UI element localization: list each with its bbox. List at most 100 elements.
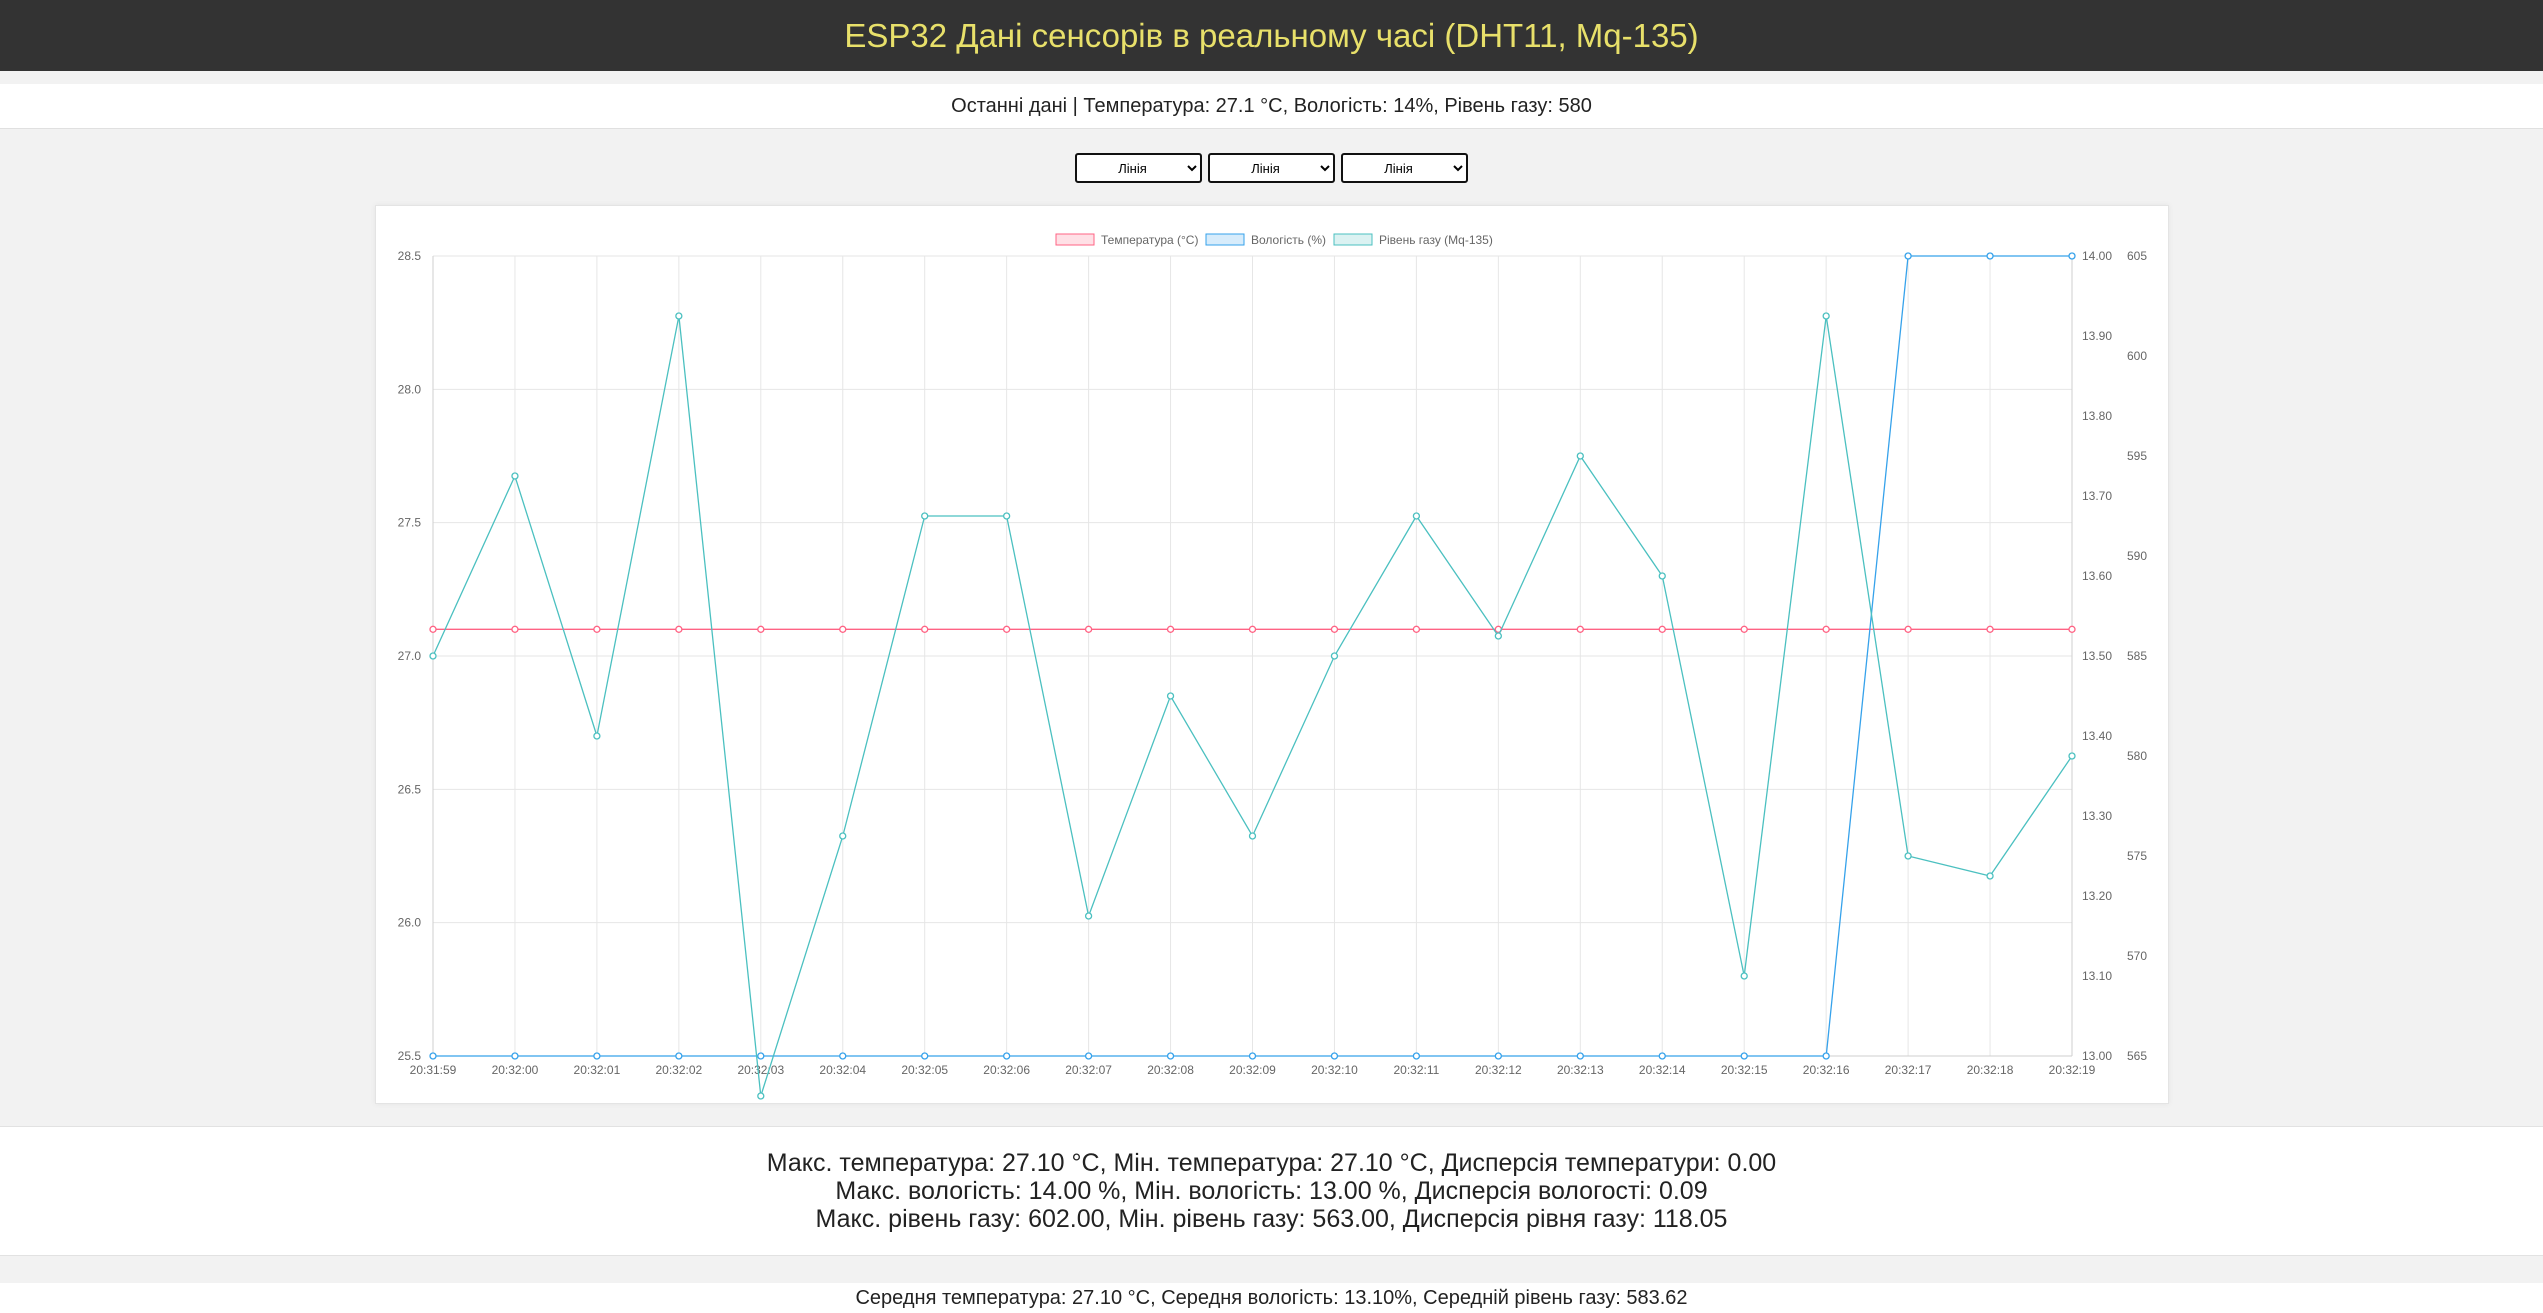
legend-swatch[interactable] xyxy=(1055,233,1095,246)
data-point[interactable] xyxy=(1084,912,1093,920)
data-point[interactable] xyxy=(675,1052,683,1060)
legend-swatch[interactable] xyxy=(1205,233,1245,246)
data-point[interactable] xyxy=(1658,625,1666,633)
legend[interactable]: Температура (°C) Вологість (%) Рівень газу… xyxy=(1055,233,1493,247)
data-point[interactable] xyxy=(757,1052,765,1060)
data-point[interactable] xyxy=(1084,1052,1093,1060)
data-point[interactable] xyxy=(2068,752,2076,760)
data-point[interactable] xyxy=(921,625,929,633)
x-tick-label: 20:32:11 xyxy=(1393,1063,1439,1077)
gas-chart-type-select[interactable]: Лінія xyxy=(1341,153,1468,183)
data-point[interactable] xyxy=(1412,512,1421,520)
data-point[interactable] xyxy=(511,472,519,480)
x-tick-label: 20:31:59 xyxy=(410,1063,457,1077)
data-point[interactable] xyxy=(2068,625,2076,633)
legend-label[interactable]: Вологість (%) xyxy=(1251,233,1326,247)
data-point[interactable] xyxy=(1576,1052,1584,1060)
data-point[interactable] xyxy=(839,832,847,840)
chart-card: 20:31:59 20:32:00 20:32:01 20:32:02 20:32:03… xyxy=(375,205,2169,1104)
axes: 20:31:59 20:32:00 20:32:01 20:32:02 20:32:03… xyxy=(398,249,2148,1077)
data-point[interactable] xyxy=(1248,832,1257,840)
y-left-tick-label: 27.0 xyxy=(398,649,422,663)
data-point[interactable] xyxy=(1822,1052,1830,1060)
data-point[interactable] xyxy=(593,625,601,633)
data-point[interactable] xyxy=(1740,625,1748,633)
data-point[interactable] xyxy=(1576,625,1584,633)
x-tick-label: 20:32:02 xyxy=(655,1063,702,1077)
data-point[interactable] xyxy=(921,1052,929,1060)
page-title: ESP32 Дані сенсорів в реальному часі (DH… xyxy=(844,16,1699,54)
latest-readings-text: Останні дані | Температура: 27.1 °C, Вол… xyxy=(951,94,1592,117)
data-point[interactable] xyxy=(757,1092,765,1100)
y-left-tick-label: 26.5 xyxy=(398,782,422,796)
y-gas-tick-label: 595 xyxy=(2127,449,2147,463)
data-point[interactable] xyxy=(675,312,683,320)
data-point[interactable] xyxy=(1658,1052,1666,1060)
data-point[interactable] xyxy=(593,732,601,740)
x-tick-label: 20:32:16 xyxy=(1803,1063,1850,1077)
x-tick-label: 20:32:00 xyxy=(492,1063,539,1077)
data-point[interactable] xyxy=(1166,1052,1175,1060)
data-point[interactable] xyxy=(757,625,765,633)
x-tick-label: 20:32:10 xyxy=(1311,1063,1358,1077)
data-point[interactable] xyxy=(1330,652,1339,660)
data-point[interactable] xyxy=(1986,252,1994,260)
humidity-chart-type-select[interactable]: Лінія xyxy=(1208,153,1335,183)
data-point[interactable] xyxy=(1904,625,1912,633)
data-point[interactable] xyxy=(675,625,683,633)
sensor-chart[interactable]: 20:31:59 20:32:00 20:32:01 20:32:02 20:32:03… xyxy=(376,206,2168,1103)
data-point[interactable] xyxy=(1904,852,1912,860)
data-point[interactable] xyxy=(1330,625,1339,633)
legend-swatch[interactable] xyxy=(1333,233,1373,246)
data-point[interactable] xyxy=(429,652,437,660)
x-tick-label: 20:32:17 xyxy=(1885,1063,1932,1077)
y-humidity-tick-label: 13.20 xyxy=(2082,889,2112,903)
data-point[interactable] xyxy=(839,1052,847,1060)
y-left-tick-label: 28.5 xyxy=(398,249,422,263)
x-tick-label: 20:32:01 xyxy=(574,1063,621,1077)
data-point[interactable] xyxy=(593,1052,601,1060)
y-gas-tick-label: 585 xyxy=(2127,649,2147,663)
legend-label[interactable]: Температура (°C) xyxy=(1101,233,1198,247)
y-gas-tick-label: 590 xyxy=(2127,549,2147,563)
data-point[interactable] xyxy=(1494,632,1502,640)
temperature-chart-type-select[interactable]: Лінія xyxy=(1075,153,1202,183)
y-left-tick-label: 25.5 xyxy=(398,1049,422,1063)
data-point[interactable] xyxy=(1740,972,1748,980)
data-point[interactable] xyxy=(1166,625,1175,633)
data-point[interactable] xyxy=(1822,312,1830,320)
x-tick-label: 20:32:19 xyxy=(2049,1063,2096,1077)
x-tick-label: 20:32:04 xyxy=(819,1063,866,1077)
data-point[interactable] xyxy=(429,625,437,633)
x-tick-label: 20:32:07 xyxy=(1065,1063,1112,1077)
data-point[interactable] xyxy=(1658,572,1666,580)
data-point[interactable] xyxy=(1166,692,1175,700)
data-point[interactable] xyxy=(921,512,929,520)
data-point[interactable] xyxy=(1740,1052,1748,1060)
data-point[interactable] xyxy=(429,1052,437,1060)
legend-label[interactable]: Рівень газу (Mq-135) xyxy=(1379,233,1493,247)
data-point[interactable] xyxy=(1003,1052,1011,1060)
data-point[interactable] xyxy=(1904,252,1912,260)
data-point[interactable] xyxy=(1084,625,1093,633)
data-point[interactable] xyxy=(1248,1052,1257,1060)
data-point[interactable] xyxy=(1494,1052,1502,1060)
data-point[interactable] xyxy=(511,1052,519,1060)
data-point[interactable] xyxy=(1986,872,1994,880)
data-point[interactable] xyxy=(839,625,847,633)
data-point[interactable] xyxy=(1576,452,1584,460)
data-point[interactable] xyxy=(1330,1052,1339,1060)
data-point[interactable] xyxy=(1003,512,1011,520)
averages-box: Середня температура: 27.10 °C, Середня в… xyxy=(0,1283,2543,1313)
data-point[interactable] xyxy=(1822,625,1830,633)
data-point[interactable] xyxy=(1412,1052,1421,1060)
data-point[interactable] xyxy=(1003,625,1011,633)
y-humidity-tick-label: 13.70 xyxy=(2082,489,2112,503)
data-point[interactable] xyxy=(511,625,519,633)
y-humidity-tick-label: 13.30 xyxy=(2082,809,2112,823)
data-point[interactable] xyxy=(1412,625,1421,633)
chart-type-selectors: Лінія Лінія Лінія xyxy=(0,153,2543,183)
data-point[interactable] xyxy=(1248,625,1257,633)
data-point[interactable] xyxy=(1986,625,1994,633)
data-point[interactable] xyxy=(2068,252,2076,260)
